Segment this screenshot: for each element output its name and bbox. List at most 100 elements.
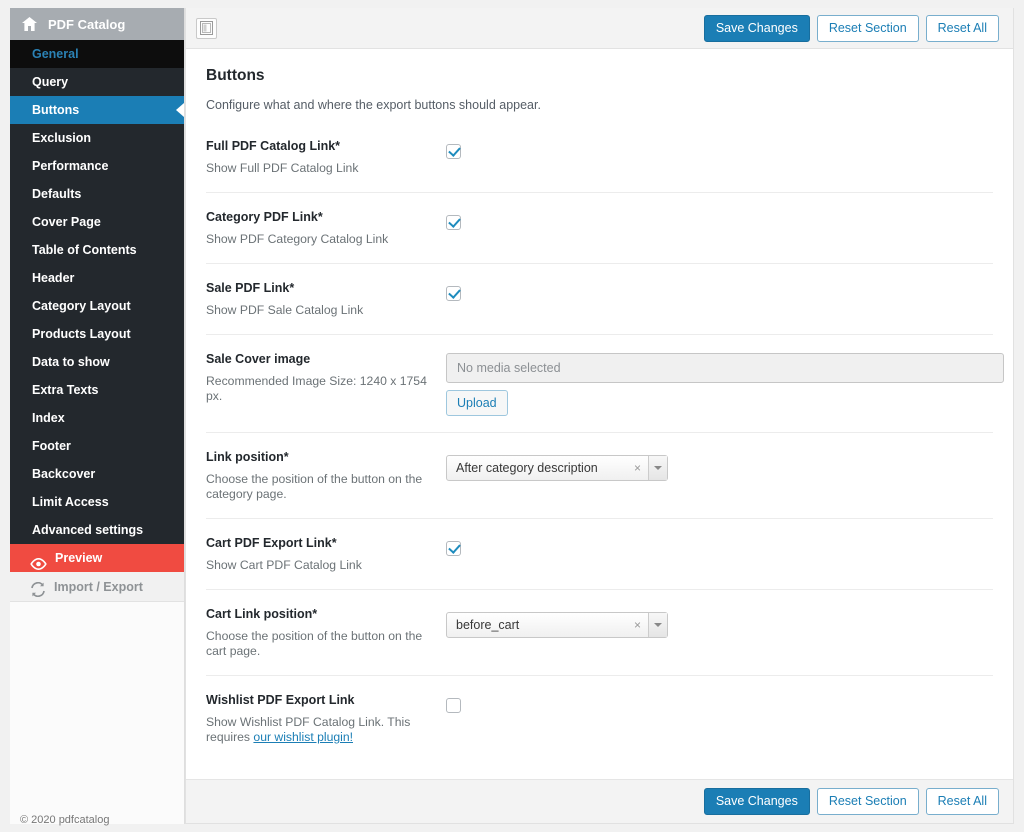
sidebar-item-label: Preview (55, 551, 103, 565)
setting-title: Sale Cover image (206, 352, 311, 366)
toolbar-bottom: Save Changes Reset Section Reset All (186, 779, 1013, 823)
row-label: Sale PDF Link* Show PDF Sale Catalog Lin… (206, 280, 446, 318)
sidebar-item-label: Extra Texts (32, 383, 99, 397)
setting-title: Cart PDF Export Link* (206, 536, 337, 550)
brand-title: PDF Catalog (48, 16, 126, 32)
setting-row-link-position: Link position* Choose the position of th… (206, 432, 993, 518)
row-field (446, 535, 993, 573)
sidebar-item-category-layout[interactable]: Category Layout (10, 292, 184, 320)
page-title: Buttons (206, 67, 265, 84)
sidebar-item-label: Products Layout (32, 327, 131, 341)
admin-page: PDF Catalog General Query Buttons Exclus… (0, 0, 1024, 832)
wishlist-checkbox[interactable] (446, 698, 461, 713)
setting-title: Link position* (206, 450, 289, 464)
sidebar-item-limit-access[interactable]: Limit Access (10, 488, 184, 516)
layout-toggle-icon[interactable] (196, 17, 217, 39)
row-field (446, 138, 993, 176)
reset-section-button-bottom[interactable]: Reset Section (816, 788, 919, 815)
setting-description: Show Wishlist PDF Catalog Link. This req… (206, 715, 434, 745)
setting-title: Cart Link position* (206, 607, 318, 621)
active-caret-icon (176, 103, 184, 117)
row-label: Cart Link position* Choose the position … (206, 606, 446, 659)
setting-row-sale-cover-image: Sale Cover image Recommended Image Size:… (206, 334, 1004, 432)
category-pdf-checkbox[interactable] (446, 215, 461, 230)
sidebar-item-general[interactable]: General (10, 40, 184, 68)
row-label: Wishlist PDF Export Link Show Wishlist P… (206, 692, 446, 745)
setting-title: Wishlist PDF Export Link (206, 693, 355, 707)
row-label: Full PDF Catalog Link* Show Full PDF Cat… (206, 138, 446, 176)
clear-icon[interactable]: × (627, 618, 648, 632)
sidebar-item-label: General (32, 47, 79, 61)
copyright-text: © 2020 pdfcatalog (20, 814, 110, 826)
sidebar-item-label: Import / Export (54, 579, 143, 594)
sidebar-item-extra-texts[interactable]: Extra Texts (10, 376, 184, 404)
setting-row-category-pdf: Category PDF Link* Show PDF Category Cat… (206, 192, 993, 263)
sidebar-item-label: Defaults (32, 187, 82, 201)
sidebar-item-label: Backcover (32, 467, 96, 481)
sidebar-item-exclusion[interactable]: Exclusion (10, 124, 184, 152)
sidebar-item-table-of-contents[interactable]: Table of Contents (10, 236, 184, 264)
sale-cover-media-field[interactable]: No media selected (446, 353, 1004, 383)
clear-icon[interactable]: × (627, 461, 648, 475)
row-label: Sale Cover image Recommended Image Size:… (206, 351, 446, 416)
sidebar-item-performance[interactable]: Performance (10, 152, 184, 180)
setting-description: Show Cart PDF Catalog Link (206, 558, 362, 572)
setting-row-sale-pdf: Sale PDF Link* Show PDF Sale Catalog Lin… (206, 263, 993, 334)
save-changes-button-top[interactable]: Save Changes (703, 14, 810, 42)
wishlist-plugin-link[interactable]: our wishlist plugin! (253, 730, 353, 744)
sidebar-item-label: Advanced settings (32, 523, 144, 537)
sidebar-item-label: Footer (32, 439, 71, 453)
sidebar-item-backcover[interactable]: Backcover (10, 460, 184, 488)
sidebar-item-cover-page[interactable]: Cover Page (10, 208, 184, 236)
cart-link-position-select[interactable]: before_cart × (446, 612, 668, 638)
chevron-down-icon[interactable] (648, 456, 667, 480)
reset-all-button-top[interactable]: Reset All (925, 14, 999, 42)
chevron-down-icon[interactable] (648, 613, 667, 637)
setting-description: Choose the position of the button on the… (206, 472, 423, 501)
cart-link-position-value: before_cart (456, 618, 520, 632)
row-field (446, 692, 993, 745)
sidebar-item-label: Category Layout (32, 299, 131, 313)
sidebar: PDF Catalog General Query Buttons Exclus… (10, 8, 185, 826)
row-label: Link position* Choose the position of th… (206, 449, 446, 502)
full-pdf-checkbox[interactable] (446, 144, 461, 159)
row-field (446, 280, 993, 318)
row-label: Cart PDF Export Link* Show Cart PDF Cata… (206, 535, 446, 573)
sidebar-item-label: Index (32, 411, 65, 425)
settings-content: Buttons Configure what and where the exp… (186, 49, 1013, 779)
sidebar-item-index[interactable]: Index (10, 404, 184, 432)
upload-button[interactable]: Upload (446, 390, 508, 416)
sidebar-item-header[interactable]: Header (10, 264, 184, 292)
sidebar-item-buttons[interactable]: Buttons (10, 96, 184, 124)
sidebar-item-data-to-show[interactable]: Data to show (10, 348, 184, 376)
sidebar-nav: General Query Buttons Exclusion Performa… (10, 40, 184, 602)
sidebar-item-label: Limit Access (32, 495, 109, 509)
setting-row-wishlist: Wishlist PDF Export Link Show Wishlist P… (206, 675, 993, 761)
sidebar-item-label: Cover Page (32, 215, 101, 229)
sidebar-item-import-export[interactable]: Import / Export (10, 572, 184, 602)
cart-pdf-checkbox[interactable] (446, 541, 461, 556)
home-icon (22, 17, 37, 31)
reset-all-button-bottom[interactable]: Reset All (925, 788, 999, 815)
sidebar-item-label: Performance (32, 159, 109, 173)
setting-row-full-pdf: Full PDF Catalog Link* Show Full PDF Cat… (206, 112, 993, 192)
link-position-select[interactable]: After category description × (446, 455, 668, 481)
row-field: After category description × (446, 449, 993, 502)
row-label: Category PDF Link* Show PDF Category Cat… (206, 209, 446, 247)
reset-section-button-top[interactable]: Reset Section (816, 14, 919, 42)
sidebar-item-query[interactable]: Query (10, 68, 184, 96)
sidebar-item-preview[interactable]: Preview (10, 544, 184, 572)
setting-row-cart-pdf: Cart PDF Export Link* Show Cart PDF Cata… (206, 518, 993, 589)
sidebar-item-label: Exclusion (32, 131, 92, 145)
setting-title: Sale PDF Link* (206, 281, 295, 295)
sidebar-item-defaults[interactable]: Defaults (10, 180, 184, 208)
sidebar-item-advanced-settings[interactable]: Advanced settings (10, 516, 184, 544)
sidebar-item-footer[interactable]: Footer (10, 432, 184, 460)
setting-description: Recommended Image Size: 1240 x 1754 px. (206, 374, 427, 403)
sidebar-item-label: Table of Contents (32, 243, 137, 257)
sidebar-item-products-layout[interactable]: Products Layout (10, 320, 184, 348)
sale-pdf-checkbox[interactable] (446, 286, 461, 301)
setting-row-cart-link-position: Cart Link position* Choose the position … (206, 589, 993, 675)
setting-title: Full PDF Catalog Link* (206, 139, 341, 153)
save-changes-button-bottom[interactable]: Save Changes (703, 788, 810, 815)
